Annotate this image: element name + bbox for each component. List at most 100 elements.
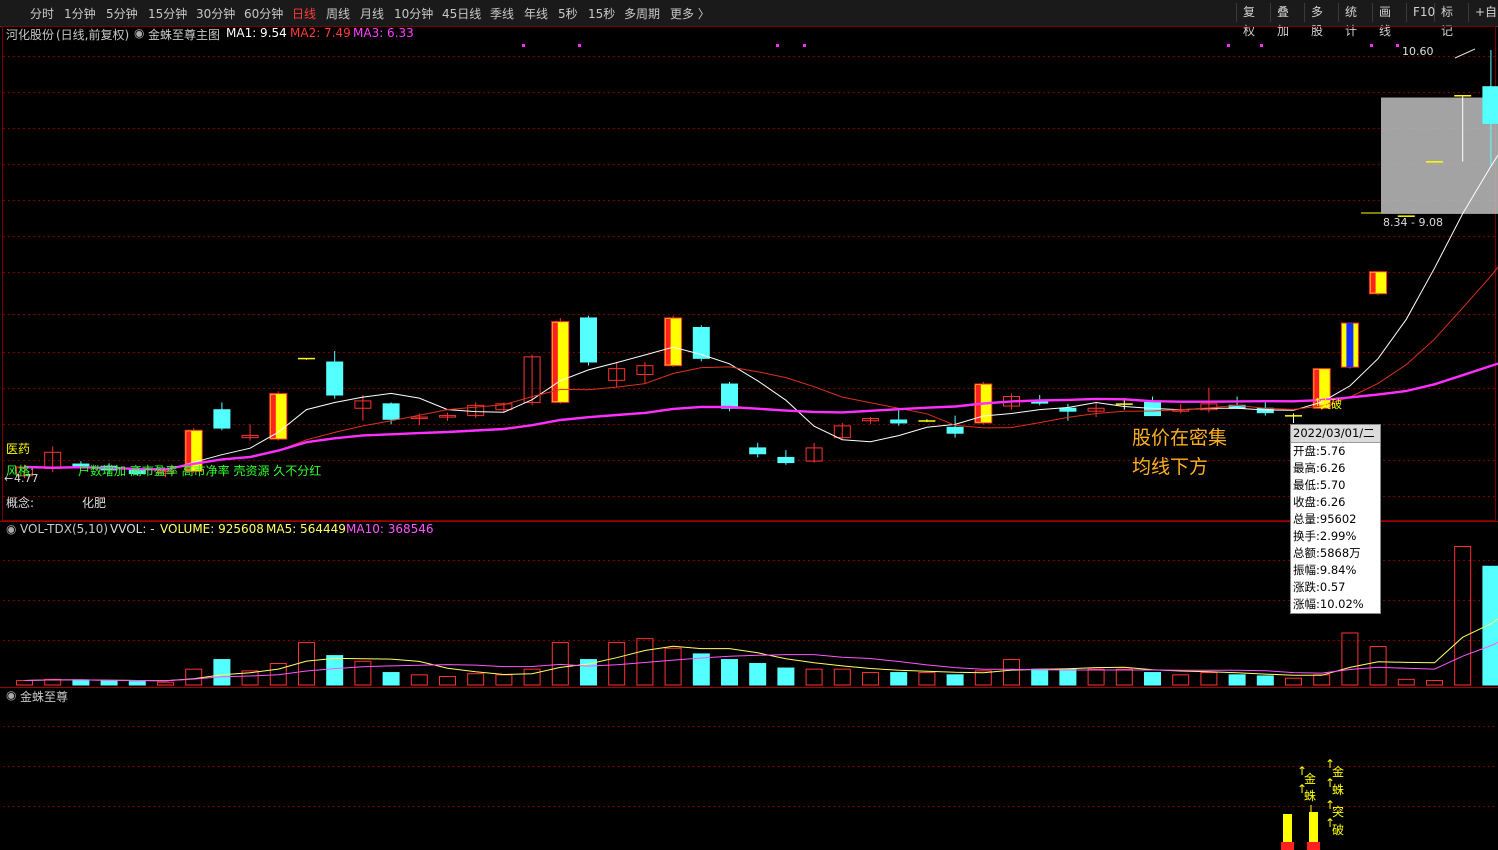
sub-chevron-icon[interactable]: ◉: [6, 688, 16, 702]
candle-body: [946, 426, 964, 434]
vol-indicator-name[interactable]: VOL-TDX(5,10): [20, 522, 108, 536]
ma3-value: MA3: 6.33: [353, 26, 414, 40]
volume-value: VOLUME: 925608: [160, 522, 264, 536]
candle-body: [692, 327, 710, 359]
vol-ma10-value: MA10: 368546: [346, 522, 434, 536]
ma1-line: [24, 154, 1498, 471]
style-text: 户数增加 高市盈率 高市净率 壳资源 久不分红: [78, 464, 322, 478]
volume-bar: [833, 668, 851, 686]
volume-bar: [1087, 668, 1105, 686]
sub-indicator-name[interactable]: 金蛛至尊: [20, 688, 68, 705]
volume-bar: [467, 673, 485, 686]
vol-chevron-icon[interactable]: ◉: [6, 522, 16, 536]
candle-body: [890, 419, 908, 424]
volume-bar: [354, 660, 372, 686]
volume-bar: [1313, 674, 1331, 686]
tooltip-amount: 总额:5868万: [1293, 546, 1361, 560]
marker-dot: [1260, 44, 1263, 47]
tooltip-turnover: 换手:2.99%: [1293, 529, 1357, 543]
volume-bar: [1059, 668, 1077, 686]
tooltip-amplitude: 振幅:9.84%: [1293, 563, 1357, 577]
volume-bar: [16, 679, 33, 686]
volume-bar: [946, 674, 964, 686]
breakout-label: 突破: [1320, 398, 1342, 411]
candle-body: [721, 383, 738, 409]
candle-body: [213, 409, 231, 429]
concept-label: 概念:: [6, 496, 35, 510]
volume-bar: [1285, 677, 1302, 686]
volume-bar: [1369, 646, 1387, 686]
volume-bar: [213, 659, 231, 686]
candle-body: [326, 361, 344, 396]
candle-body: [1115, 403, 1133, 405]
marker-dot: [1370, 44, 1373, 47]
volume-bar: [185, 668, 203, 686]
tooltip-close: 收盘:6.26: [1293, 495, 1346, 509]
vvol-value: VVOL: -: [110, 522, 155, 536]
signal-bar-base: [1281, 842, 1294, 850]
volume-bar: [1144, 672, 1161, 686]
tooltip-low: 最低:5.70: [1293, 478, 1346, 492]
volume-bar: [551, 642, 569, 686]
stock-name: 河化股份: [6, 28, 55, 42]
volume-bar: [1172, 674, 1190, 686]
volume-bar: [495, 674, 513, 686]
volume-bar: [1256, 675, 1274, 686]
volume-bar: [410, 674, 428, 686]
volume-bar: [580, 659, 597, 686]
volume-bar: [1115, 668, 1133, 686]
volume-bar: [100, 680, 118, 686]
tooltip-volume: 总量:95602: [1293, 512, 1357, 526]
high-price-label: 10.60: [1402, 45, 1434, 58]
volume-bar: [608, 642, 626, 686]
volume-bar: [128, 681, 146, 686]
ma2-value: MA2: 7.49: [290, 26, 351, 40]
marker-dot: [803, 44, 806, 47]
volume-bar: [157, 681, 174, 686]
marker-dot: [522, 44, 525, 47]
tooltip-high: 最高:6.26: [1293, 461, 1346, 475]
volume-bar: [749, 663, 767, 686]
tooltip-change-pct: 涨幅:10.02%: [1293, 597, 1364, 611]
signal1-char-b: 蛛: [1304, 789, 1317, 803]
candle-info-tooltip: 2022/03/01/二 开盘:5.76 最高:6.26 最低:5.70 收盘:…: [1290, 424, 1381, 614]
volume-bar: [1200, 672, 1218, 686]
concept-text: 化肥: [82, 496, 107, 510]
volume-bar: [805, 668, 823, 686]
ma1-value: MA1: 9.54: [226, 26, 287, 40]
volume-bar: [523, 668, 541, 686]
volume-bar: [1003, 659, 1020, 686]
candle-body: [918, 420, 936, 422]
indicator-chevron-icon[interactable]: ◉: [134, 26, 144, 40]
main-panel-frame: [2, 26, 1496, 521]
indicator-name[interactable]: 金蛛至尊主图: [148, 26, 220, 43]
volume-bar: [326, 655, 344, 686]
volume-bar: [72, 679, 90, 686]
style-label: 风格:: [6, 464, 35, 478]
tooltip-date: 2022/03/01/二: [1291, 425, 1380, 443]
marker-dot: [1396, 44, 1399, 47]
volume-bar: [862, 672, 879, 686]
candle-body: [298, 357, 315, 360]
volume-bar: [382, 672, 400, 686]
candle-body: [749, 447, 767, 455]
candle-body: [1482, 86, 1498, 124]
volume-bar: [1454, 545, 1472, 686]
marker-dot: [1227, 44, 1230, 47]
volume-bar: [439, 676, 456, 686]
signal-bar-base: [1307, 842, 1320, 850]
volume-bar: [664, 647, 682, 686]
candle-body-edge: [1370, 272, 1376, 293]
volume-bar: [721, 659, 738, 686]
signal2-char-d: 破: [1332, 823, 1345, 837]
marker-dot: [776, 44, 779, 47]
candle-body: [382, 403, 400, 420]
marker-dot: [578, 44, 581, 47]
tooltip-open: 开盘:5.76: [1293, 444, 1346, 458]
volume-bar: [1397, 678, 1415, 686]
candle-body-edge: [552, 322, 558, 402]
volume-bar: [890, 672, 908, 686]
mode-label: (日线,前复权): [56, 28, 130, 42]
zone-price-label: 8.34 - 9.08: [1383, 216, 1443, 229]
vol-ma5-value: MA5: 564449: [266, 522, 346, 536]
